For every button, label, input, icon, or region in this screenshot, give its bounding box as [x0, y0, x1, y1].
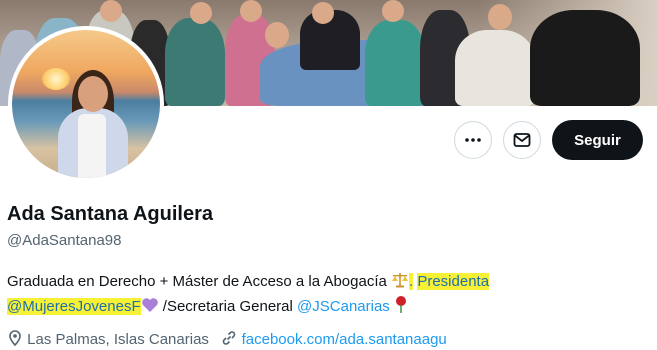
- banner-person: [530, 10, 640, 106]
- rose-icon: [394, 295, 408, 317]
- purple-heart-icon: [141, 297, 159, 317]
- banner-face: [488, 4, 512, 30]
- avatar-sunset-sun: [42, 68, 70, 90]
- bio-line-1: Graduada en Derecho + Máster de Acceso a…: [7, 272, 490, 292]
- bio-line-2: @MujeresJovenesF /Secretaria General @JS…: [7, 295, 408, 317]
- mention-jscanarias[interactable]: @JSCanarias: [297, 298, 390, 315]
- profile-location: Las Palmas, Islas Canarias: [27, 331, 209, 348]
- profile-meta-row: Las Palmas, Islas Canarias facebook.com/…: [7, 330, 447, 350]
- mention-mujeres-jovenes[interactable]: @MujeresJovenesF: [7, 298, 141, 315]
- avatar-shirt: [78, 114, 106, 178]
- profile-name: Ada Santana Aguilera: [7, 203, 213, 225]
- banner-person: [455, 30, 535, 106]
- profile-handle: @AdaSantana98: [7, 232, 122, 249]
- banner-face: [190, 2, 212, 24]
- profile-website-link[interactable]: facebook.com/ada.santanaagu: [242, 331, 447, 348]
- scales-icon: [391, 272, 409, 292]
- banner-face: [312, 2, 334, 24]
- more-icon: [465, 138, 481, 142]
- banner-person: [165, 18, 225, 106]
- bio-separator: .: [409, 273, 414, 290]
- message-button[interactable]: [503, 121, 541, 159]
- bio-text: Graduada en Derecho + Máster de Acceso a…: [7, 273, 387, 290]
- follow-button[interactable]: Seguir: [552, 120, 643, 160]
- avatar-face: [78, 76, 108, 112]
- mail-icon: [513, 133, 531, 147]
- banner-person: [365, 20, 425, 106]
- more-options-button[interactable]: [454, 121, 492, 159]
- avatar-photo: [12, 30, 160, 178]
- bio-highlight-presidenta: Presidenta: [417, 273, 490, 290]
- banner-face: [240, 0, 262, 22]
- bio-role-text: /Secretaria General: [162, 298, 293, 315]
- profile-avatar[interactable]: [8, 26, 164, 182]
- link-icon: [221, 330, 237, 350]
- banner-face: [382, 0, 404, 22]
- banner-face: [265, 22, 289, 48]
- location-icon: [7, 330, 23, 350]
- banner-face: [100, 0, 122, 22]
